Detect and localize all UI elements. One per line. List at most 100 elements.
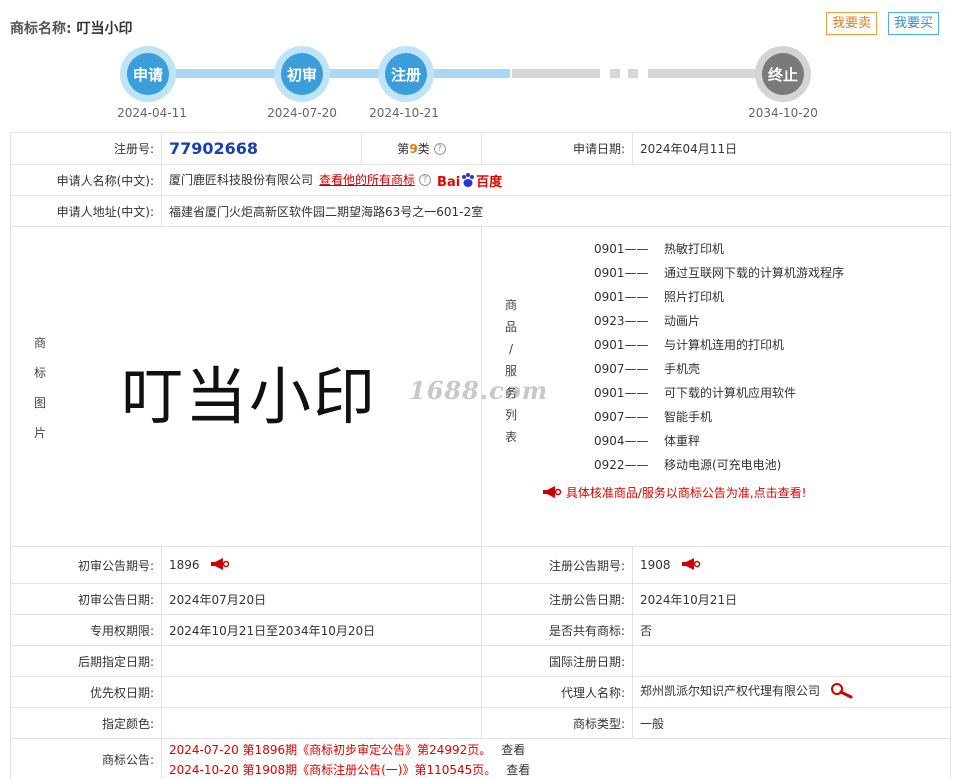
notice-view-link[interactable]: 查看: [506, 763, 530, 777]
goods-code: 0923——: [594, 313, 649, 328]
sell-button[interactable]: 我要卖: [826, 12, 878, 35]
agent-cell: 郑州凯派尔知识产权代理有限公司: [632, 676, 951, 708]
list-item: 0901—— 照片打印机: [594, 288, 724, 305]
class-suffix: 类: [417, 142, 430, 156]
goods-code: 0901——: [594, 289, 649, 304]
timeline-node-register: 注册: [378, 46, 434, 102]
priority-value: [161, 676, 482, 708]
goods-notice-link[interactable]: 具体核准商品/服务以商标公告为准,点击查看!: [542, 484, 807, 501]
help-icon[interactable]: ?: [419, 173, 432, 186]
reg-notice-no-label: 注册公告期号:: [481, 546, 633, 584]
timeline-date: 2034-10-20: [748, 106, 818, 120]
goods-label-char: 务: [504, 385, 517, 400]
table-row: 初审公告期号: 1896 注册公告期号: 1908: [10, 546, 951, 584]
list-item: 0901—— 通过互联网下载的计算机游戏程序: [594, 264, 844, 281]
view-all-trademarks-link[interactable]: 查看他的所有商标: [319, 173, 415, 187]
notice-text: 2024-10-20 第1908期《商标注册公告(一)》第110545页。: [169, 762, 497, 777]
goods-label-char: /: [508, 341, 514, 356]
timeline-node-end: 终止: [755, 46, 811, 102]
goods-cell: 商 品 / 服 务 列 表 0901—— 热敏打印机 0901—— 通过互联网下载的…: [481, 226, 951, 547]
list-item: 0922—— 移动电源(可充电电池): [594, 456, 781, 473]
logo-label-char: 图: [33, 395, 46, 410]
goods-name: 动画片: [664, 313, 701, 328]
list-item: 0923—— 动画片: [594, 312, 700, 329]
notice-cell: 2024-07-20 第1896期《商标初步审定公告》第24992页。 查看 20…: [161, 738, 951, 779]
apply-date-label: 申请日期:: [481, 132, 633, 165]
list-item: 0904—— 体重秤: [594, 432, 700, 449]
goods-name: 智能手机: [664, 409, 713, 424]
list-item: 0901—— 热敏打印机: [594, 240, 724, 257]
table-row: 商 标 图 片 叮当小印 1688.com 商 品 / 服 务 列 表 0901…: [10, 226, 951, 547]
timeline-node-label: 申请: [127, 53, 169, 95]
prelim-no-label: 初审公告期号:: [10, 546, 162, 584]
logo-label-char: 商: [33, 335, 46, 350]
status-timeline: 申请 2024-04-11 初审 2024-07-20 注册 2024-10-2…: [0, 40, 954, 126]
table-row: 申请人名称(中文): 厦门鹿匠科技股份有限公司 查看他的所有商标? Bai 百度: [10, 164, 951, 196]
timeline-date: 2024-04-11: [117, 106, 187, 120]
table-row: 指定颜色: 商标类型: 一般: [10, 707, 951, 739]
reg-no-value: 77902668: [169, 139, 259, 158]
goods-name: 与计算机连用的打印机: [664, 337, 785, 352]
goods-label-char: 商: [504, 297, 517, 312]
search-icon[interactable]: [830, 683, 854, 702]
reg-notice-no-value: 1908: [640, 557, 671, 572]
timeline-dash: [610, 69, 620, 78]
goods-code: 0907——: [594, 361, 649, 376]
goods-code: 0901——: [594, 241, 649, 256]
horn-icon: [543, 485, 562, 498]
exclusive-label: 专用权期限:: [10, 614, 162, 646]
timeline-date: 2024-10-21: [369, 106, 439, 120]
class-number: 9: [409, 142, 418, 156]
timeline-node-prelim: 初审: [274, 46, 330, 102]
logo-area: 商 标 图 片 叮当小印 1688.com: [11, 228, 547, 546]
goods-label-char: 列: [504, 407, 517, 422]
prelim-no-value: 1896: [169, 557, 200, 572]
goods-label-char: 服: [504, 363, 517, 378]
goods-side-label: 商 品 / 服 务 列 表: [504, 294, 518, 448]
address-label: 申请人地址(中文):: [10, 195, 162, 227]
notice-line: 2024-10-20 第1908期《商标注册公告(一)》第110545页。 查看: [169, 760, 943, 779]
timeline-node-label: 注册: [385, 53, 427, 95]
help-icon[interactable]: ?: [433, 143, 446, 155]
notice-text: 2024-07-20 第1896期《商标初步审定公告》第24992页。: [169, 742, 492, 757]
table-row: 初审公告日期: 2024年07月20日 注册公告日期: 2024年10月21日: [10, 583, 951, 615]
goods-name: 移动电源(可充电电池): [664, 457, 782, 472]
goods-code: 0901——: [594, 385, 649, 400]
logo-cell: 商 标 图 片 叮当小印 1688.com: [10, 226, 547, 547]
baidu-search-icon[interactable]: Bai 百度: [437, 171, 502, 190]
exclusive-value: 2024年10月21日至2034年10月20日: [161, 614, 482, 646]
baidu-logo-text: Bai: [437, 174, 461, 190]
later-date-label: 后期指定日期:: [10, 645, 162, 677]
buy-button[interactable]: 我要买: [888, 12, 940, 35]
class-prefix: 第: [397, 142, 410, 156]
reg-notice-no-cell: 1908: [632, 546, 951, 584]
horn-icon[interactable]: [681, 557, 701, 574]
type-value: 一般: [632, 707, 951, 739]
applicant-label: 申请人名称(中文):: [10, 164, 162, 196]
later-date-value: [161, 645, 482, 677]
goods-name: 手机壳: [664, 361, 701, 376]
goods-code: 0904——: [594, 433, 649, 448]
baidu-paw-icon: [462, 172, 475, 187]
table-row: 优先权日期: 代理人名称: 郑州凯派尔知识产权代理有限公司: [10, 676, 951, 708]
goods-code: 0901——: [594, 337, 649, 352]
notice-view-link[interactable]: 查看: [501, 743, 525, 757]
priority-label: 优先权日期:: [10, 676, 162, 708]
table-row: 注册号: 77902668 第9类? 申请日期: 2024年04月11日: [10, 132, 951, 165]
reg-no-label: 注册号:: [10, 132, 162, 165]
agent-label: 代理人名称:: [481, 676, 633, 708]
table-row: 申请人地址(中文): 福建省厦门火炬高新区软件园二期望海路63号之一601-2室: [10, 195, 951, 227]
prelim-date-value: 2024年07月20日: [161, 583, 482, 615]
timeline-node-label: 初审: [281, 53, 323, 95]
agent-value: 郑州凯派尔知识产权代理有限公司: [640, 684, 821, 698]
shared-label: 是否共有商标:: [481, 614, 633, 646]
timeline-remaining-bar: [512, 69, 600, 78]
goods-name: 照片打印机: [664, 289, 725, 304]
trademark-info-table: 注册号: 77902668 第9类? 申请日期: 2024年04月11日 申请人…: [10, 132, 951, 779]
intl-date-value: [632, 645, 951, 677]
logo-label-char: 标: [33, 365, 46, 380]
trademark-logo-image: 叮当小印: [121, 359, 378, 433]
timeline-dash: [628, 69, 638, 78]
timeline-date: 2024-07-20: [267, 106, 337, 120]
horn-icon[interactable]: [210, 557, 230, 574]
